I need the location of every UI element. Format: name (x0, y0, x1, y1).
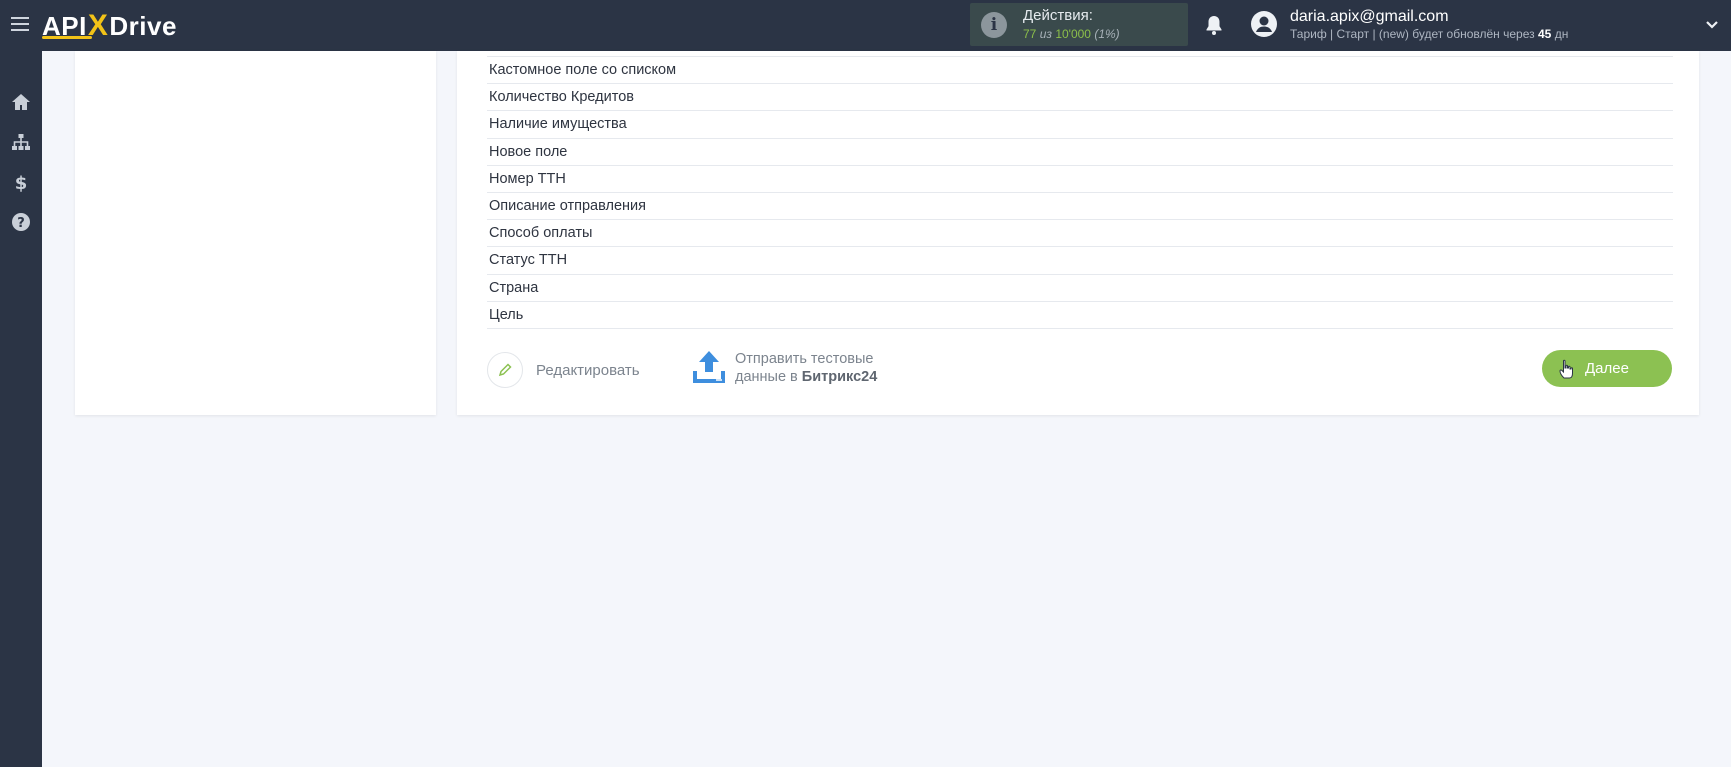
list-item: Способ оплаты (487, 220, 1673, 248)
list-item: Наличие имущества (487, 111, 1673, 139)
left-panel (75, 51, 436, 415)
actions-used: 77 (1023, 27, 1037, 41)
dollar-icon: $ (15, 173, 28, 192)
sidebar-item-structure[interactable] (8, 129, 34, 155)
tariff-days-suffix: дн (1554, 27, 1569, 41)
next-button[interactable]: Далее (1542, 350, 1672, 387)
actions-of: из (1039, 27, 1052, 41)
tariff-days: 45 (1538, 27, 1552, 41)
list-item: Новое поле (487, 139, 1673, 166)
pencil-icon (498, 363, 512, 377)
actions-label: Действия: (1023, 7, 1093, 24)
list-item: Цель (487, 302, 1673, 329)
info-icon: i (981, 12, 1007, 38)
svg-text:?: ? (17, 216, 25, 231)
actions-percent: (1%) (1094, 27, 1120, 41)
send-test-data-button[interactable]: Отправить тестовые данные в Битрикс24 (691, 349, 877, 387)
main-panel: Кастомное поле со списком Количество Кре… (457, 51, 1699, 415)
edit-button[interactable]: Редактировать (487, 352, 640, 388)
tariff-info: Тариф | Старт | (new) будет обновлён чер… (1290, 27, 1568, 41)
edit-icon-wrap (487, 352, 523, 388)
send-test-label: Отправить тестовые данные в Битрикс24 (735, 350, 877, 386)
list-item: Номер ТТН (487, 166, 1673, 193)
list-item: Страна (487, 275, 1673, 302)
sitemap-icon (12, 134, 30, 150)
field-list: Кастомное поле со списком Количество Кре… (487, 51, 1673, 329)
user-email[interactable]: daria.apix@gmail.com (1290, 8, 1449, 26)
tariff-text: Тариф | Старт | (new) будет обновлён чер… (1290, 27, 1535, 41)
sidebar: $ ? (0, 51, 42, 767)
actions-count: 77 из 10'000 (1%) (1023, 27, 1120, 41)
next-label: Далее (1585, 360, 1629, 377)
hand-cursor-icon (1559, 359, 1573, 379)
edit-label: Редактировать (536, 361, 640, 379)
chevron-down-icon[interactable] (1705, 18, 1719, 32)
send-line-1: Отправить тестовые (735, 351, 874, 367)
svg-text:$: $ (15, 173, 28, 192)
sidebar-item-help[interactable]: ? (8, 209, 34, 235)
logo-text-right: Drive (109, 10, 177, 41)
actions-counter[interactable]: i Действия: 77 из 10'000 (1%) (970, 3, 1188, 46)
logo-underline (42, 36, 92, 39)
actions-total: 10'000 (1055, 27, 1091, 41)
top-bar: API X Drive i Действия: 77 из 10'000 (1%) … (0, 0, 1731, 51)
sidebar-item-home[interactable] (8, 89, 34, 115)
send-line-2-prefix: данные в (735, 369, 798, 385)
list-item: Количество Кредитов (487, 84, 1673, 112)
home-icon (12, 94, 30, 110)
send-target: Битрикс24 (801, 369, 878, 385)
list-item: Статус ТТН (487, 247, 1673, 275)
menu-icon[interactable] (11, 13, 29, 37)
sidebar-item-billing[interactable]: $ (8, 169, 34, 195)
bell-icon[interactable] (1202, 13, 1226, 37)
upload-icon (693, 351, 725, 383)
question-icon: ? (12, 213, 30, 231)
list-item: Описание отправления (487, 193, 1673, 221)
send-line-2: данные в Битрикс24 (735, 368, 877, 386)
list-item: Кастомное поле со списком (487, 57, 1673, 85)
user-avatar-icon[interactable] (1250, 10, 1278, 38)
